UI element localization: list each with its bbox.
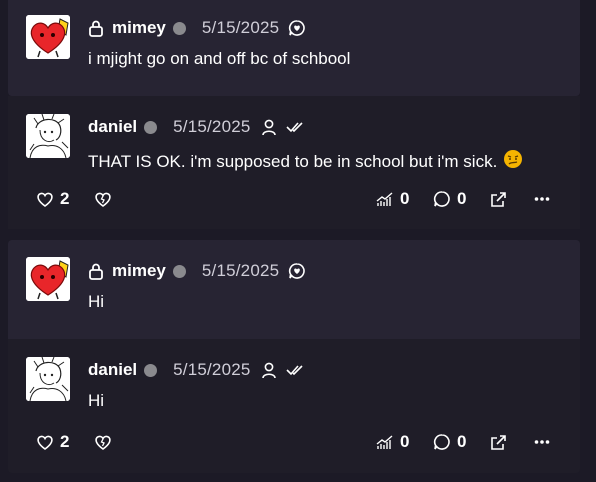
status-dot: [172, 21, 186, 35]
more-button[interactable]: [534, 431, 556, 453]
avatar[interactable]: [26, 257, 70, 301]
external-link-icon: [491, 191, 506, 207]
like-count: 2: [60, 189, 70, 208]
avatar[interactable]: [26, 114, 70, 158]
message-date: 5/15/2025: [201, 261, 280, 280]
message-text: i mjight go on and off bc of schbool: [88, 49, 351, 68]
views-button[interactable]: 0: [376, 431, 409, 453]
message-text-content: THAT IS OK. i'm supposed to be in school…: [88, 151, 498, 171]
reply-button[interactable]: 0: [433, 188, 466, 210]
sketch-avatar-icon: [26, 357, 70, 401]
message-card: mimey 5/15/2025 Hi: [8, 240, 580, 339]
heart-react-icon: [95, 435, 111, 450]
double-check-icon: [285, 120, 306, 134]
more-dots-icon: [534, 440, 550, 444]
user-icon[interactable]: [261, 361, 277, 379]
red-heart-avatar-icon: [26, 257, 70, 301]
share-button[interactable]: [490, 431, 513, 453]
more-button[interactable]: [534, 188, 556, 210]
comment-icon: [433, 434, 450, 450]
message-text: THAT IS OK. i'm supposed to be in school…: [88, 149, 523, 174]
message-date: 5/15/2025: [173, 117, 251, 136]
sketch-avatar-icon: [26, 114, 70, 158]
status-dot: [172, 264, 186, 278]
status-dot: [144, 363, 158, 377]
reply-button[interactable]: 0: [433, 431, 466, 453]
message-header: daniel 5/15/2025: [88, 359, 306, 381]
like-button[interactable]: 2: [36, 431, 69, 453]
message-text: Hi: [88, 292, 105, 311]
comment-icon: [433, 191, 450, 207]
author-name[interactable]: mimey: [112, 261, 166, 281]
sick-face-emoji-icon: [503, 149, 523, 174]
react-button[interactable]: [94, 188, 118, 210]
heart-react-icon: [95, 192, 111, 207]
lock-icon: [88, 19, 106, 37]
message-actions: 2 0 0: [36, 431, 556, 453]
message-actions: 2 0 0: [36, 188, 556, 210]
double-check-icon: [285, 363, 306, 377]
stats-icon: [376, 435, 393, 449]
view-count: 0: [400, 189, 410, 208]
author-name[interactable]: daniel: [88, 360, 137, 380]
avatar[interactable]: [26, 15, 70, 59]
views-button[interactable]: 0: [376, 188, 409, 210]
message-header: mimey 5/15/2025: [88, 17, 306, 39]
reply-count: 0: [457, 189, 467, 208]
user-icon[interactable]: [261, 118, 277, 136]
red-heart-avatar-icon: [26, 15, 70, 59]
react-button[interactable]: [94, 431, 118, 453]
author-name[interactable]: daniel: [88, 117, 137, 137]
message-card: daniel 5/15/2025 THAT IS OK. i'm suppose…: [8, 96, 580, 229]
view-count: 0: [400, 432, 410, 451]
heart-icon: [37, 435, 53, 450]
author-name[interactable]: mimey: [112, 18, 166, 38]
reply-count: 0: [457, 432, 467, 451]
message-header: mimey 5/15/2025: [88, 260, 306, 282]
message-header: daniel 5/15/2025: [88, 116, 306, 138]
more-dots-icon: [534, 197, 550, 201]
stats-icon: [376, 192, 393, 206]
heart-icon: [37, 192, 53, 207]
lock-icon: [88, 262, 106, 280]
message-text: Hi: [88, 391, 105, 410]
chat-heart-icon[interactable]: [288, 19, 306, 37]
message-date: 5/15/2025: [173, 360, 251, 379]
message-card: daniel 5/15/2025 Hi 2 0 0: [8, 339, 580, 473]
avatar[interactable]: [26, 357, 70, 401]
chat-heart-icon[interactable]: [288, 262, 306, 280]
external-link-icon: [491, 434, 506, 450]
like-button[interactable]: 2: [36, 188, 69, 210]
share-button[interactable]: [490, 188, 513, 210]
status-dot: [144, 120, 158, 134]
message-card: mimey 5/15/2025 i mjight go on and off b…: [8, 0, 580, 96]
message-date: 5/15/2025: [201, 18, 280, 37]
like-count: 2: [60, 432, 70, 451]
